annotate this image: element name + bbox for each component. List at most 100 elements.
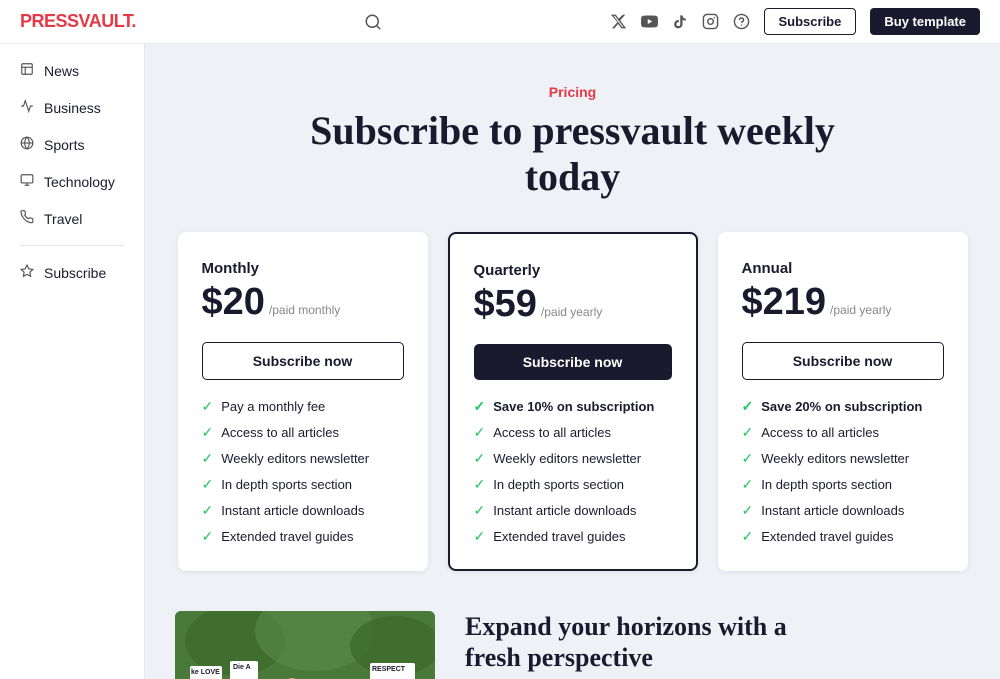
check-icon: ✓	[474, 502, 486, 519]
subscribe-icon	[20, 264, 34, 281]
feature-item: ✓Access to all articles	[474, 424, 672, 441]
sidebar-label-news: News	[44, 63, 79, 79]
sidebar-label-sports: Sports	[44, 137, 84, 153]
plan-annual: Annual $219 /paid yearly Subscribe now ✓…	[718, 232, 968, 571]
sidebar-item-news[interactable]: News	[0, 52, 144, 89]
sidebar-item-travel[interactable]: Travel	[0, 200, 144, 237]
logo-dot: .	[131, 11, 136, 31]
feature-item: ✓In depth sports section	[474, 476, 672, 493]
feature-item: ✓In depth sports section	[742, 476, 944, 493]
sidebar-label-travel: Travel	[44, 211, 82, 227]
svg-text:Die A: Die A	[233, 664, 251, 671]
plan-quarterly-price-row: $59 /paid yearly	[474, 283, 672, 326]
news-icon	[20, 62, 34, 79]
sidebar-label-subscribe: Subscribe	[44, 265, 106, 281]
header-right: Subscribe Buy template	[610, 8, 981, 35]
travel-icon	[20, 210, 34, 227]
check-icon: ✓	[742, 502, 754, 519]
main-content: Pricing Subscribe to pressvault weekly t…	[145, 44, 1000, 679]
check-icon: ✓	[474, 398, 486, 415]
feature-item: ✓Instant article downloads	[474, 502, 672, 519]
plan-annual-subscribe-button[interactable]: Subscribe now	[742, 342, 944, 380]
feature-item-highlight: ✓Save 10% on subscription	[474, 398, 672, 415]
bottom-title: Expand your horizons with a fresh perspe…	[465, 611, 970, 673]
plan-quarterly-price: $59	[474, 283, 537, 326]
pricing-cards: Monthly $20 /paid monthly Subscribe now …	[175, 232, 970, 571]
youtube-icon[interactable]	[641, 13, 658, 30]
business-icon	[20, 99, 34, 116]
bottom-section: ke LOVE Die A RESPECT Expand your horizo…	[175, 611, 970, 679]
plan-monthly-features: ✓Pay a monthly fee ✓Access to all articl…	[202, 398, 404, 545]
plan-quarterly-name: Quarterly	[474, 262, 672, 279]
check-icon: ✓	[742, 424, 754, 441]
instagram-icon[interactable]	[702, 13, 719, 30]
feature-item: ✓Access to all articles	[742, 424, 944, 441]
plan-quarterly-features: ✓Save 10% on subscription ✓Access to all…	[474, 398, 672, 545]
sports-icon	[20, 136, 34, 153]
pricing-label: Pricing	[175, 84, 970, 100]
header: PRESSVAULT. Subscribe Buy template	[0, 0, 1000, 44]
check-icon: ✓	[742, 450, 754, 467]
search-button[interactable]	[364, 13, 382, 31]
feature-item: ✓Weekly editors newsletter	[474, 450, 672, 467]
buy-template-button[interactable]: Buy template	[870, 8, 980, 35]
sidebar: News Business Sports Technology Travel	[0, 44, 145, 679]
sidebar-item-technology[interactable]: Technology	[0, 163, 144, 200]
logo-text: PRESSVAULT	[20, 11, 131, 31]
pricing-header: Pricing Subscribe to pressvault weekly t…	[175, 84, 970, 200]
check-icon: ✓	[202, 398, 214, 415]
check-icon: ✓	[474, 424, 486, 441]
feature-item: ✓Weekly editors newsletter	[202, 450, 404, 467]
plan-annual-price: $219	[742, 281, 827, 324]
plan-monthly-name: Monthly	[202, 260, 404, 277]
check-icon: ✓	[742, 528, 754, 545]
check-icon: ✓	[202, 476, 214, 493]
sidebar-item-subscribe[interactable]: Subscribe	[0, 254, 144, 291]
check-icon: ✓	[742, 476, 754, 493]
check-icon: ✓	[202, 502, 214, 519]
svg-text:ke LOVE: ke LOVE	[191, 669, 220, 676]
help-icon[interactable]	[733, 13, 750, 30]
plan-annual-name: Annual	[742, 260, 944, 277]
plan-monthly-subscribe-button[interactable]: Subscribe now	[202, 342, 404, 380]
feature-item: ✓Extended travel guides	[474, 528, 672, 545]
feature-item: ✓Extended travel guides	[742, 528, 944, 545]
feature-item: ✓Instant article downloads	[742, 502, 944, 519]
plan-annual-period: /paid yearly	[830, 303, 891, 317]
plan-monthly: Monthly $20 /paid monthly Subscribe now …	[178, 232, 428, 571]
feature-item-highlight: ✓Save 20% on subscription	[742, 398, 944, 415]
feature-item: ✓Weekly editors newsletter	[742, 450, 944, 467]
check-icon: ✓	[474, 528, 486, 545]
plan-annual-price-row: $219 /paid yearly	[742, 281, 944, 324]
tiktok-icon[interactable]	[672, 14, 688, 30]
plan-monthly-price: $20	[202, 281, 265, 324]
check-icon: ✓	[742, 398, 754, 415]
feature-item: ✓Extended travel guides	[202, 528, 404, 545]
subscribe-header-button[interactable]: Subscribe	[764, 8, 857, 35]
sidebar-label-business: Business	[44, 100, 101, 116]
check-icon: ✓	[474, 476, 486, 493]
pricing-title: Subscribe to pressvault weekly today	[175, 108, 970, 200]
layout: News Business Sports Technology Travel	[0, 44, 1000, 679]
technology-icon	[20, 173, 34, 190]
bottom-text: Expand your horizons with a fresh perspe…	[465, 611, 970, 673]
feature-item: ✓Pay a monthly fee	[202, 398, 404, 415]
plan-quarterly: Quarterly $59 /paid yearly Subscribe now…	[448, 232, 698, 571]
protest-image: ke LOVE Die A RESPECT	[175, 611, 435, 679]
plan-monthly-period: /paid monthly	[269, 303, 340, 317]
logo[interactable]: PRESSVAULT.	[20, 11, 136, 32]
twitter-icon[interactable]	[610, 13, 627, 30]
plan-monthly-price-row: $20 /paid monthly	[202, 281, 404, 324]
plan-quarterly-subscribe-button[interactable]: Subscribe now	[474, 344, 672, 380]
header-center	[364, 13, 382, 31]
sidebar-label-technology: Technology	[44, 174, 115, 190]
svg-text:RESPECT: RESPECT	[372, 666, 406, 673]
header-left: PRESSVAULT.	[20, 11, 136, 32]
sidebar-item-business[interactable]: Business	[0, 89, 144, 126]
check-icon: ✓	[202, 450, 214, 467]
feature-item: ✓Instant article downloads	[202, 502, 404, 519]
plan-quarterly-period: /paid yearly	[541, 305, 602, 319]
check-icon: ✓	[474, 450, 486, 467]
check-icon: ✓	[202, 424, 214, 441]
sidebar-item-sports[interactable]: Sports	[0, 126, 144, 163]
